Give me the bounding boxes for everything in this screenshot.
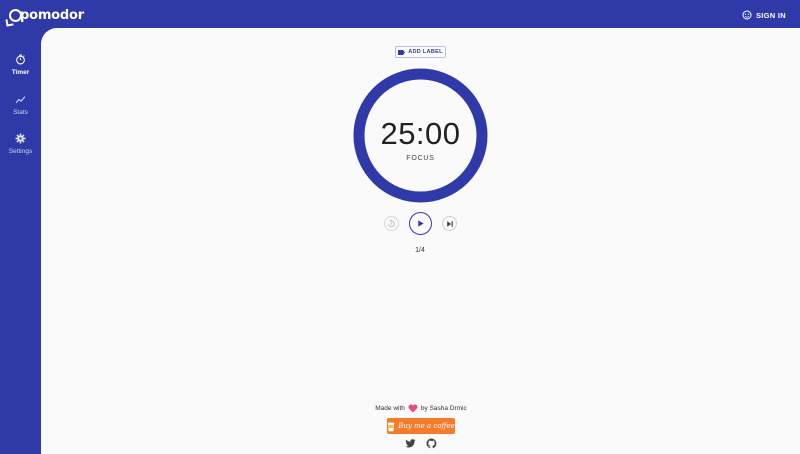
account-circle-icon <box>742 10 752 20</box>
sidebar-item-label: Stats <box>13 109 28 116</box>
timer-display: 25:00 FOCUS <box>353 68 488 203</box>
add-label-text: ADD LABEL <box>408 49 443 55</box>
app-logo[interactable]: pomodor <box>9 6 84 24</box>
skip-next-icon <box>446 220 453 227</box>
skip-button[interactable] <box>442 216 457 231</box>
buy-me-a-coffee-button[interactable]: Buy me a coffee <box>387 418 455 434</box>
label-tag-icon <box>398 49 406 55</box>
play-icon <box>418 220 424 227</box>
top-app-bar: pomodor SIGN IN <box>0 0 800 30</box>
github-icon[interactable] <box>426 437 437 449</box>
social-links <box>405 437 437 449</box>
sidebar-item-label: Timer <box>11 69 30 76</box>
sidebar-item-timer[interactable]: Timer <box>0 54 41 88</box>
made-with-text: Made with <box>375 405 405 412</box>
round-counter: 1/4 <box>415 247 425 254</box>
coffee-label: Buy me a coffee <box>398 422 455 430</box>
reset-icon <box>388 219 395 228</box>
logo-text: pomodor <box>20 7 84 23</box>
gear-icon <box>15 133 26 144</box>
trending-line-icon <box>15 96 26 104</box>
sidebar-item-settings[interactable]: Settings <box>0 133 41 167</box>
author-text: by Sasha Drmic <box>420 405 467 412</box>
logo-mark-icon <box>9 8 22 22</box>
sidebar-item-stats[interactable]: Stats <box>0 94 41 128</box>
coffee-cup-icon <box>388 422 395 431</box>
footer-credit: Made with by Sasha Drmic <box>341 404 501 413</box>
play-button[interactable] <box>409 212 432 235</box>
sign-in-label: SIGN IN <box>755 10 786 20</box>
stopwatch-icon <box>16 54 25 65</box>
main-content: ADD LABEL 25:00 FOCUS 1/4 Made with by S… <box>41 28 800 454</box>
timer-time: 25:00 <box>380 116 461 151</box>
add-label-button[interactable]: ADD LABEL <box>395 46 446 58</box>
reset-button[interactable] <box>384 216 399 231</box>
timer-mode: FOCUS <box>406 155 435 162</box>
sidebar-item-label: Settings <box>8 148 33 155</box>
sign-in-button[interactable]: SIGN IN <box>742 8 786 22</box>
heart-icon <box>408 404 418 413</box>
sidebar: Timer Stats Settings <box>0 30 41 454</box>
twitter-icon[interactable] <box>405 438 416 449</box>
